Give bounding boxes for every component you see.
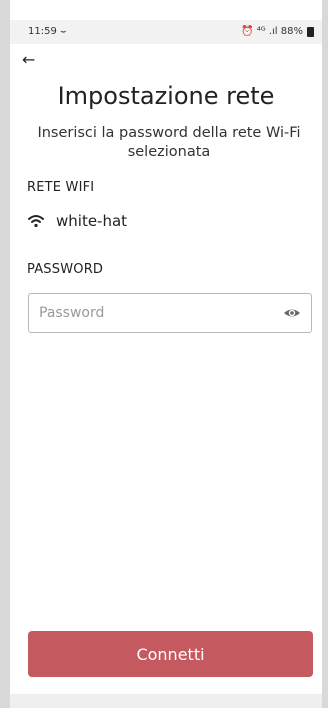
password-input[interactable] [39,294,275,332]
status-indicators-text: ⏰ ⁴ᴳ .ıl 88% [241,26,303,37]
device-frame-right [322,0,328,708]
wifi-network-name: white-hat [56,212,128,230]
wifi-section-label: RETE WIFI [27,180,95,195]
password-field [28,293,312,333]
status-indicators: ⏰ ⁴ᴳ .ıl 88% [241,26,314,37]
wifi-network-row: white-hat [28,212,127,230]
page-subtitle: Inserisci la password della rete Wi-Fi s… [37,125,301,160]
wifi-icon [28,215,44,228]
bottom-navigation-strip [10,694,322,708]
battery-icon [307,26,314,37]
back-arrow-icon[interactable]: ← [22,50,35,69]
page-title: Impostazione rete [57,82,275,110]
connect-button[interactable]: Connetti [28,631,313,677]
device-frame-left [0,0,10,708]
password-section-label: PASSWORD [27,262,104,277]
eye-icon[interactable] [283,305,301,321]
status-time: 11:59 ⌣ [28,26,67,37]
status-bar: 11:59 ⌣ ⏰ ⁴ᴳ .ıl 88% [10,20,322,44]
